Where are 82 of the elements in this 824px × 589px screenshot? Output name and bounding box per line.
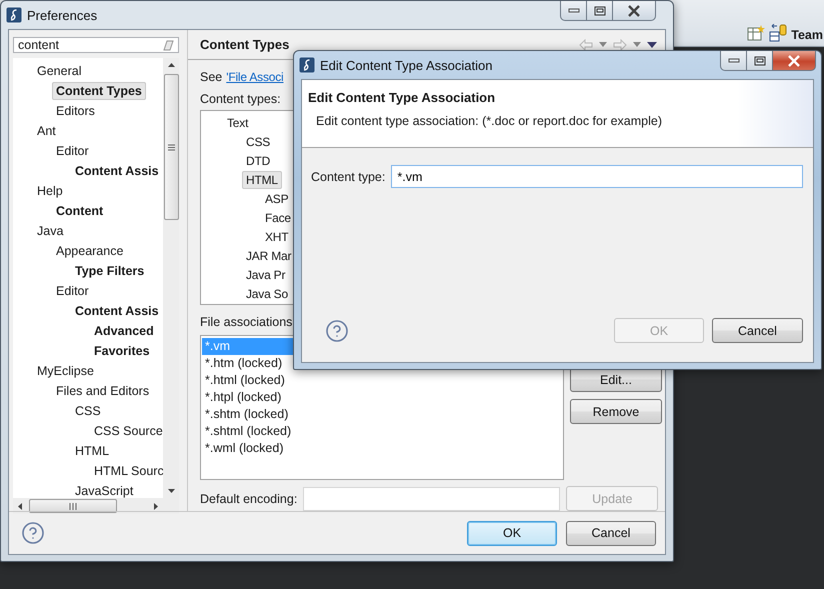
tree-item[interactable]: CSS Source xyxy=(90,422,163,440)
file-associations-link[interactable]: 'File Associ xyxy=(226,70,284,84)
list-item[interactable]: *.html (locked) xyxy=(202,372,562,389)
maximize-button[interactable] xyxy=(586,1,613,21)
maximize-button[interactable] xyxy=(746,51,773,71)
minimize-button[interactable] xyxy=(560,1,587,21)
close-icon xyxy=(787,54,801,66)
dropdown-icon[interactable] xyxy=(599,42,607,47)
close-button[interactable] xyxy=(612,1,656,21)
scrollbar-thumb[interactable] xyxy=(164,74,178,220)
tree-item[interactable]: Ant xyxy=(33,122,60,140)
tree-item[interactable]: Face xyxy=(261,208,295,226)
tree-item[interactable]: General xyxy=(33,62,86,80)
tree-item[interactable]: XHT xyxy=(261,228,292,246)
tree-item[interactable]: Type Filters xyxy=(71,262,148,280)
minimize-button[interactable] xyxy=(720,51,747,71)
tree-item[interactable]: HTML Sourc xyxy=(90,462,163,480)
list-item[interactable]: *.shtm (locked) xyxy=(202,406,562,423)
tree-item[interactable]: Java So xyxy=(242,284,292,302)
default-encoding-label: Default encoding: xyxy=(200,492,298,506)
file-associations-label: File associations xyxy=(200,315,292,329)
page-title: Content Types xyxy=(200,37,290,52)
tree-item[interactable]: JavaScript xyxy=(71,482,138,498)
close-icon xyxy=(627,4,641,16)
tree-item[interactable]: HTML xyxy=(71,442,114,460)
tree-item[interactable]: Content xyxy=(52,202,108,220)
tree-item[interactable]: Java xyxy=(33,222,68,240)
help-icon[interactable] xyxy=(21,521,45,545)
tree-item[interactable]: Help xyxy=(33,182,67,200)
close-button[interactable] xyxy=(772,51,816,71)
tree-item[interactable]: Content Assis xyxy=(71,162,163,180)
list-item[interactable]: *.htpl (locked) xyxy=(202,389,562,406)
dialog-description: Edit content type association: (*.doc or report.doc for example) xyxy=(315,114,664,128)
filter-field[interactable]: content xyxy=(13,37,179,53)
clear-icon[interactable] xyxy=(162,39,174,51)
dialog-heading: Edit Content Type Association xyxy=(308,90,496,105)
back-icon[interactable] xyxy=(579,38,593,50)
tree-item[interactable]: Editor xyxy=(52,142,93,160)
content-type-field[interactable]: *.vm xyxy=(391,165,803,188)
maximize-icon xyxy=(594,6,606,16)
tree-item[interactable]: ASP xyxy=(261,190,292,208)
tree-item[interactable]: JAR Mar xyxy=(242,246,296,264)
tree-item[interactable]: CSS xyxy=(242,132,274,150)
tree-item[interactable]: Advanced xyxy=(90,322,158,340)
list-item[interactable]: *.shtml (locked) xyxy=(202,423,562,440)
app-icon xyxy=(6,7,22,23)
tree-item[interactable]: Editors xyxy=(52,102,99,120)
dialog-title: Edit Content Type Association xyxy=(320,58,492,72)
tree-item[interactable]: DTD xyxy=(242,152,274,170)
ok-button[interactable]: OK xyxy=(467,520,557,546)
tree-item[interactable]: Editor xyxy=(52,282,93,300)
help-icon[interactable] xyxy=(325,318,349,342)
minimize-icon xyxy=(568,8,580,14)
minimize-icon xyxy=(728,58,740,64)
maximize-icon xyxy=(754,56,766,66)
cancel-button[interactable]: Cancel xyxy=(566,520,656,546)
tree-item[interactable]: Favorites xyxy=(90,342,154,360)
default-encoding-field[interactable] xyxy=(303,486,560,510)
tree-item[interactable]: Java Pr xyxy=(242,266,290,284)
tree-item[interactable]: Appearance xyxy=(52,242,128,260)
content-type-label: Content type: xyxy=(311,170,386,184)
menu-icon[interactable] xyxy=(647,42,657,48)
window-title: Preferences xyxy=(27,8,98,22)
remove-button[interactable]: Remove xyxy=(570,399,662,424)
toolbar-label[interactable]: Team xyxy=(791,28,823,42)
tree-item[interactable]: CSS xyxy=(71,402,105,420)
forward-icon[interactable] xyxy=(613,38,627,50)
see-label: See xyxy=(200,70,222,84)
new-table-icon[interactable] xyxy=(747,24,766,42)
app-icon xyxy=(299,57,315,73)
cancel-button[interactable]: Cancel xyxy=(712,318,803,343)
tree-item[interactable]: Content Assis xyxy=(71,302,163,320)
tree-item[interactable]: Files and Editors xyxy=(52,382,154,400)
list-item[interactable]: *.wml (locked) xyxy=(202,440,562,457)
tree-item[interactable]: HTML xyxy=(242,170,282,188)
tree-item[interactable]: Content Types xyxy=(52,82,146,100)
scrollbar-thumb[interactable] xyxy=(29,499,117,513)
dropdown-icon[interactable] xyxy=(633,42,641,47)
database-icon[interactable] xyxy=(769,24,788,42)
tree-item[interactable]: Text xyxy=(223,114,252,132)
content-types-label: Content types: xyxy=(200,92,281,106)
tree-item[interactable]: MyEclipse xyxy=(33,362,98,380)
